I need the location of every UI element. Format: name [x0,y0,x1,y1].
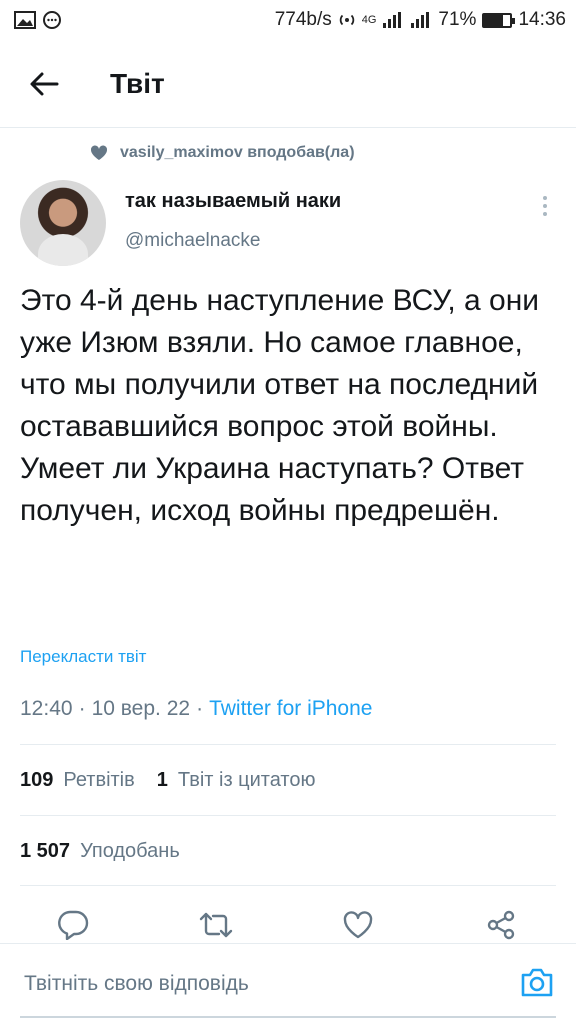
share-icon [487,910,515,940]
signal-icon-2 [411,12,430,28]
gallery-icon [14,11,36,29]
likes-count[interactable]: 1 507 [20,840,70,863]
clock: 14:36 [518,9,566,30]
divider [20,744,556,745]
tweet-source[interactable]: Twitter for iPhone [209,697,372,721]
arrow-left-icon [30,72,59,95]
tweet-date: 10 вер. 22 [91,697,191,720]
author-name[interactable]: так называемый наки [125,190,341,213]
heart-icon [90,145,108,160]
battery-fill [484,14,503,26]
retweet-icon [199,912,232,938]
battery-percent: 71% [438,9,477,30]
tweet-text: Это 4-й день наступление ВСУ, а они уже … [20,284,540,527]
status-left [14,10,62,30]
like-icon [344,911,373,939]
page-title: Твіт [110,67,165,99]
like-stats: 1 507 Уподобань [20,840,180,863]
more-options-button[interactable] [530,186,560,226]
avatar[interactable] [20,180,106,266]
divider [20,885,556,886]
likes-label[interactable]: Уподобань [80,840,180,863]
signal-icon [383,12,402,28]
share-button[interactable] [484,908,518,942]
quotes-label[interactable]: Твіт із цитатою [178,769,316,792]
tweet-time: 12:40 [20,697,73,720]
tweet-meta: 12:40 · 10 вер. 22 · Twitter for iPhone [20,697,372,721]
social-context[interactable]: vasily_maximov вподобав(ла) [90,144,355,162]
reply-button[interactable] [56,908,90,942]
reply-underline [20,1016,556,1018]
tweet-author: так называемый наки @michaelnacke [20,178,560,268]
divider [20,815,556,816]
back-button[interactable] [8,40,80,128]
dot [543,196,547,200]
retweet-stats: 109 Ретвітів 1 Твіт із цитатою [20,769,316,792]
retweet-button[interactable] [199,908,233,942]
author-handle[interactable]: @michaelnacke [125,230,260,252]
camera-button[interactable] [520,966,554,1003]
status-right: 774b/s 4G 71% 14:36 [275,9,566,31]
battery-icon [482,12,516,28]
network-type: 4G [361,14,377,26]
reply-bar [0,943,576,1024]
translate-link[interactable]: Перекласти твіт [20,647,146,667]
meta-separator: · [196,697,204,720]
retweets-label[interactable]: Ретвітів [63,769,134,792]
retweets-count[interactable]: 109 [20,769,53,792]
reply-input[interactable] [24,972,444,996]
quotes-count[interactable]: 1 [157,769,168,792]
hotspot-icon [339,14,354,26]
network-speed: 774b/s [274,9,332,30]
like-button[interactable] [341,908,375,942]
dot [543,212,547,216]
social-context-text: vasily_maximov вподобав(ла) [120,144,355,161]
message-icon [43,11,61,29]
status-bar: 774b/s 4G 71% 14:36 [0,0,576,40]
camera-icon [521,968,553,996]
reply-icon [58,910,89,940]
header-bar: Твіт [0,40,576,128]
meta-separator: · [78,697,86,720]
dot [543,204,547,208]
